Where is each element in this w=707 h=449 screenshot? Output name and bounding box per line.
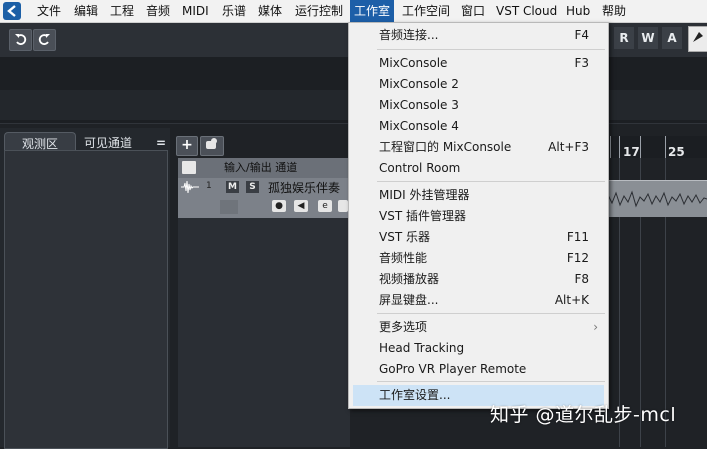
menu-item-label: 音频连接... <box>379 28 439 42</box>
menu-item-shortcut: Alt+F3 <box>548 140 589 154</box>
inspector-panel <box>4 150 168 449</box>
audio-event[interactable] <box>603 180 707 217</box>
app-logo-icon[interactable] <box>3 2 21 20</box>
menu-item-midi-remote-manager[interactable]: MIDI 外挂管理器 <box>349 185 608 206</box>
ruler-tick <box>665 136 666 158</box>
menu-item-shortcut: Alt+K <box>554 293 589 307</box>
menu-item-label: Control Room <box>379 161 461 175</box>
redo-button[interactable] <box>33 29 56 51</box>
menu-item-head-tracking[interactable]: Head Tracking <box>349 338 608 359</box>
menu-item-label: 视频播放器 <box>379 272 440 286</box>
lock-button[interactable] <box>338 200 348 212</box>
menu-help[interactable]: 帮助 <box>598 0 630 22</box>
menu-workspaces[interactable]: 工作空间 <box>398 0 454 22</box>
pointer-icon <box>689 32 707 50</box>
object-selection-tool-button[interactable] <box>688 26 707 52</box>
studio-menu-dropdown: 音频连接... F4 MixConsole F3 MixConsole 2 MixC… <box>348 22 609 409</box>
menu-studio[interactable]: 工作室 <box>350 0 395 22</box>
menu-item-label: MixConsole 3 <box>379 98 459 112</box>
menu-transport[interactable]: 运行控制 <box>291 0 347 22</box>
menu-item-mixconsole-2[interactable]: MixConsole 2 <box>349 74 608 95</box>
audio-waveform-icon <box>181 180 199 194</box>
menu-item-label: 更多选项 <box>379 320 428 334</box>
menu-hub[interactable]: Hub <box>562 0 594 22</box>
ruler-bar-label: 17 <box>623 145 640 159</box>
menu-item-onscreen-keyboard[interactable]: 屏显键盘... Alt+K <box>349 290 608 311</box>
plus-icon: + <box>181 137 193 153</box>
menu-file[interactable]: 文件 <box>33 0 65 22</box>
ruler-tick <box>619 136 620 158</box>
menu-item-project-mixconsole[interactable]: 工程窗口的 MixConsole Alt+F3 <box>349 137 608 158</box>
read-automation-button[interactable]: R <box>614 27 634 49</box>
menu-vst-cloud[interactable]: VST Cloud <box>492 0 561 22</box>
ruler-tick <box>610 136 611 158</box>
menu-item-label: 音频性能 <box>379 251 428 265</box>
menu-midi[interactable]: MIDI <box>178 0 213 22</box>
ruler-bar-label: 25 <box>668 145 685 159</box>
menu-media[interactable]: 媒体 <box>254 0 286 22</box>
menu-item-vst-plugin-manager[interactable]: VST 插件管理器 <box>349 206 608 227</box>
monitor-button[interactable]: ◀ <box>294 200 308 212</box>
menu-item-vst-instruments[interactable]: VST 乐器 F11 <box>349 227 608 248</box>
menu-item-more-options[interactable]: 更多选项 › <box>349 317 608 338</box>
menu-item-label: VST 插件管理器 <box>379 209 466 223</box>
menu-item-shortcut: F4 <box>574 28 589 42</box>
track-number: 1 <box>206 181 212 191</box>
io-channel-label: 输入/输出 通道 <box>224 161 298 174</box>
mute-button[interactable]: M <box>226 181 239 193</box>
menu-item-label: MIDI 外挂管理器 <box>379 188 470 202</box>
menu-item-mixconsole-3[interactable]: MixConsole 3 <box>349 95 608 116</box>
track-color-strip <box>220 200 238 214</box>
menu-item-label: GoPro VR Player Remote <box>379 362 527 376</box>
menu-bar: 文件 编辑 工程 音频 MIDI 乐谱 媒体 运行控制 工作室 工作空间 窗口 … <box>0 0 707 23</box>
menu-separator <box>377 49 605 50</box>
menu-score[interactable]: 乐谱 <box>218 0 250 22</box>
menu-item-audio-connections[interactable]: 音频连接... F4 <box>349 25 608 46</box>
menu-separator <box>377 381 605 382</box>
track-options-button[interactable] <box>200 136 224 156</box>
automation-panel-button[interactable]: A <box>662 27 682 49</box>
write-automation-button[interactable]: W <box>638 27 658 49</box>
menu-item-shortcut: F8 <box>574 272 589 286</box>
add-track-button[interactable]: + <box>176 136 198 156</box>
menu-item-mixconsole-4[interactable]: MixConsole 4 <box>349 116 608 137</box>
watermark: 知乎 @道尔乱步-mcl <box>490 404 677 426</box>
menu-item-label: 工程窗口的 MixConsole <box>379 140 512 154</box>
menu-item-shortcut: F3 <box>574 56 589 70</box>
menu-item-mixconsole[interactable]: MixConsole F3 <box>349 53 608 74</box>
menu-audio[interactable]: 音频 <box>142 0 174 22</box>
menu-edit[interactable]: 编辑 <box>70 0 102 22</box>
menu-item-label: MixConsole 2 <box>379 77 459 91</box>
menu-item-control-room[interactable]: Control Room <box>349 158 608 179</box>
ruler-tick <box>640 136 641 158</box>
menu-item-shortcut: F11 <box>566 230 589 244</box>
menu-project[interactable]: 工程 <box>106 0 138 22</box>
folder-icon <box>182 161 196 174</box>
menu-item-label: 屏显键盘... <box>379 293 439 307</box>
menu-item-gopro-vr-player-remote[interactable]: GoPro VR Player Remote <box>349 359 608 380</box>
chevron-right-icon: › <box>593 320 598 334</box>
track-options-icon <box>201 138 221 156</box>
undo-button[interactable] <box>9 29 32 51</box>
menu-item-audio-performance[interactable]: 音频性能 F12 <box>349 248 608 269</box>
menu-item-label: MixConsole <box>379 56 448 70</box>
edit-channel-button[interactable]: e <box>318 200 332 212</box>
solo-button[interactable]: S <box>246 181 259 193</box>
menu-separator <box>377 313 605 314</box>
menu-item-label: 工作室设置... <box>379 388 451 402</box>
menu-item-label: MixConsole 4 <box>379 119 459 133</box>
menu-separator <box>377 181 605 182</box>
record-enable-button[interactable]: ● <box>272 200 286 212</box>
menu-item-label: VST 乐器 <box>379 230 430 244</box>
menu-item-shortcut: F12 <box>566 251 589 265</box>
menu-window[interactable]: 窗口 <box>457 0 489 22</box>
speaker-icon: ◀ <box>297 201 305 211</box>
menu-item-video-player[interactable]: 视频播放器 F8 <box>349 269 608 290</box>
track-name[interactable]: 孤独娱乐伴奏 <box>268 179 340 197</box>
menu-item-label: Head Tracking <box>379 341 465 355</box>
record-icon: ● <box>275 201 283 211</box>
